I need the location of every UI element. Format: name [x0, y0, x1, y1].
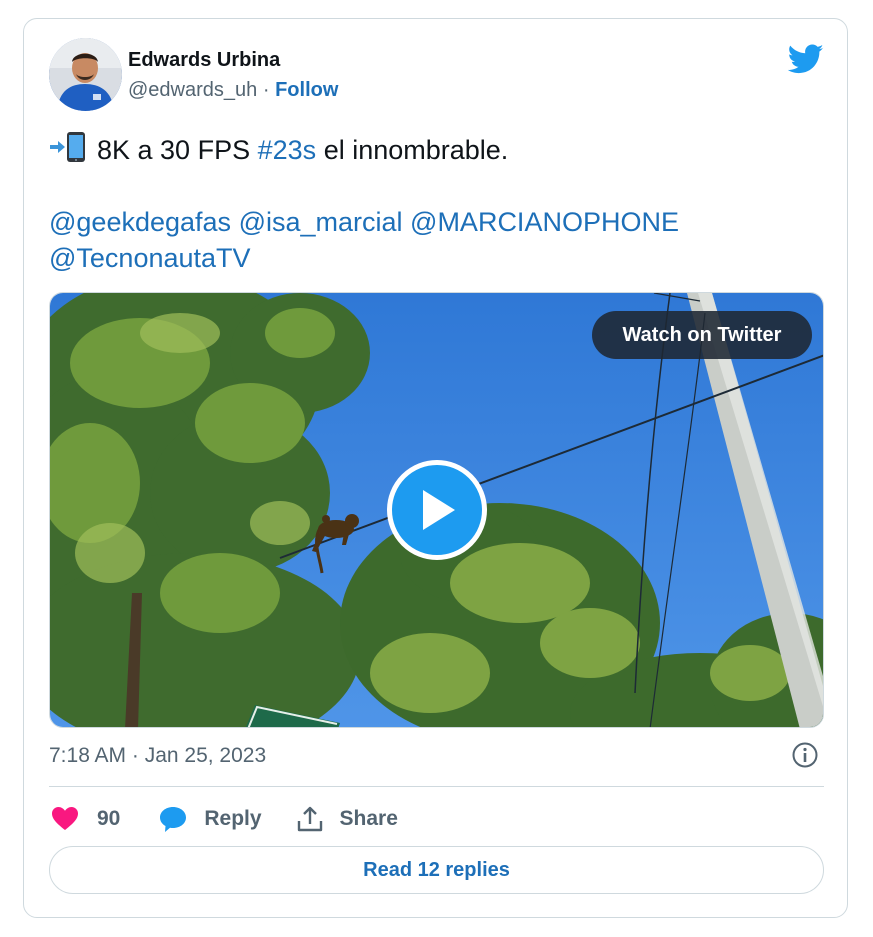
tweet-embed-card: Edwards Urbina @edwards_uh · Follow 8K a…: [23, 18, 848, 918]
reply-label: Reply: [204, 807, 262, 830]
heart-icon: [52, 807, 78, 830]
tweet-text: 8K a 30 FPS #23s el innombrable. @geekde…: [49, 131, 819, 276]
avatar-image: [49, 38, 122, 111]
author-name[interactable]: Edwards Urbina: [128, 49, 280, 72]
watch-on-twitter-button[interactable]: Watch on Twitter: [592, 311, 812, 359]
tweet-text-suffix: el innombrable.: [323, 135, 509, 165]
author-handle-row: @edwards_uh · Follow: [128, 79, 338, 102]
handle-separator: ·: [262, 79, 270, 101]
phone-arrow-icon: [49, 131, 89, 163]
mentions-line-2: @TecnonautaTV: [49, 240, 819, 276]
share-icon: [297, 806, 322, 832]
share-button[interactable]: Share: [296, 805, 398, 833]
reply-bubble-icon: [160, 807, 187, 832]
twitter-bird-icon[interactable]: [787, 41, 824, 77]
info-icon[interactable]: [791, 741, 819, 769]
mention-link[interactable]: @MARCIANOPHONE: [410, 207, 679, 237]
author-handle[interactable]: @edwards_uh: [128, 79, 257, 101]
play-icon: [423, 490, 455, 530]
divider: [49, 786, 824, 787]
share-label: Share: [339, 807, 398, 830]
play-button[interactable]: [387, 460, 487, 560]
mention-link[interactable]: @geekdegafas: [49, 207, 231, 237]
hashtag-link[interactable]: #23s: [258, 135, 317, 165]
reply-button[interactable]: Reply: [158, 805, 262, 833]
video-thumbnail[interactable]: Watch on Twitter: [49, 292, 824, 728]
read-replies-button[interactable]: Read 12 replies: [49, 846, 824, 894]
action-bar: 90 Reply Share: [49, 801, 398, 837]
mentions-line-1: @geekdegafas @isa_marcial @MARCIANOPHONE: [49, 204, 819, 240]
tweet-text-prefix: 8K a 30 FPS: [97, 135, 251, 165]
like-button[interactable]: 90: [51, 806, 120, 832]
mention-link[interactable]: @isa_marcial: [239, 207, 403, 237]
mention-link[interactable]: @TecnonautaTV: [49, 243, 251, 273]
follow-button[interactable]: Follow: [275, 79, 338, 101]
tweet-timestamp[interactable]: 7:18 AM · Jan 25, 2023: [49, 744, 266, 768]
tweet-line-1: 8K a 30 FPS #23s el innombrable.: [49, 131, 819, 168]
like-count: 90: [97, 807, 121, 830]
avatar[interactable]: [49, 38, 122, 111]
